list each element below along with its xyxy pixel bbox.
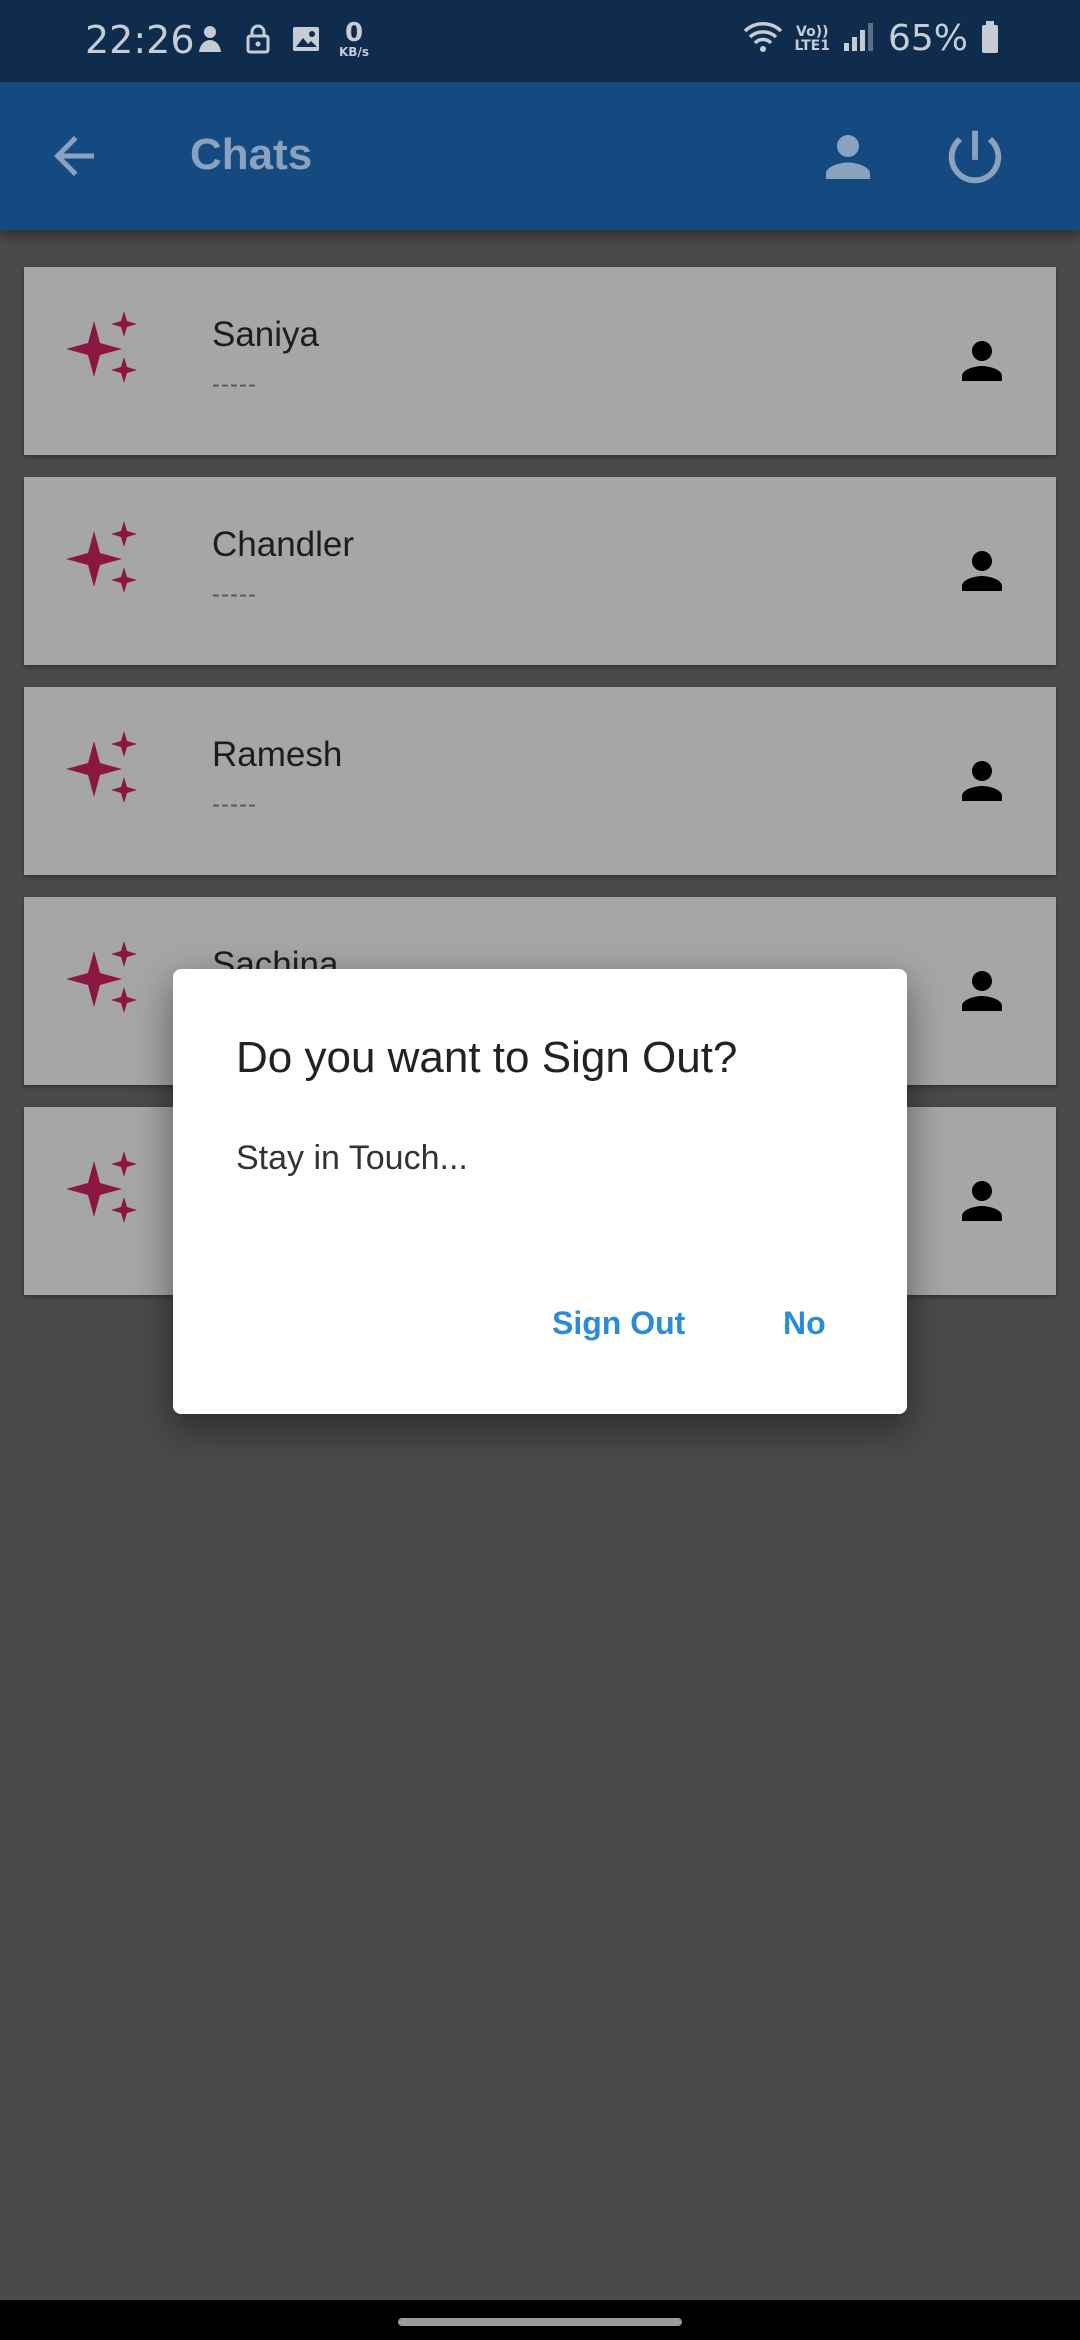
dialog-message: Stay in Touch...	[236, 1139, 468, 1177]
signal-icon	[842, 21, 876, 57]
user-icon	[952, 1171, 1012, 1231]
lte-label: LTE1	[794, 37, 830, 54]
cancel-button[interactable]: No	[777, 1301, 832, 1346]
back-arrow-icon[interactable]	[44, 126, 104, 186]
sign-out-dialog: Do you want to Sign Out? Stay in Touch..…	[173, 969, 907, 1414]
chat-name: Chandler	[212, 525, 355, 564]
chat-name: Saniya	[212, 315, 320, 354]
wifi-icon	[743, 21, 783, 57]
user-icon	[952, 961, 1012, 1021]
user-icon	[952, 541, 1012, 601]
battery-percentage: 65%	[887, 18, 968, 59]
lock-icon	[243, 22, 273, 56]
navigation-bar	[0, 2300, 1080, 2340]
user-icon	[952, 751, 1012, 811]
sparkle-icon	[64, 939, 144, 1019]
person-notification-icon	[195, 22, 225, 56]
user-icon	[952, 331, 1012, 391]
chat-list-item[interactable]: Chandler -----	[24, 477, 1056, 665]
home-gesture-handle[interactable]	[398, 2318, 682, 2326]
battery-icon	[980, 20, 1000, 58]
sparkle-icon	[64, 729, 144, 809]
chat-subtitle: -----	[212, 371, 257, 398]
chat-name: Ramesh	[212, 735, 343, 774]
chat-subtitle: -----	[212, 791, 257, 818]
profile-button[interactable]	[815, 124, 881, 190]
status-time: 22:26	[85, 18, 195, 62]
page-title: Chats	[190, 130, 313, 179]
status-system-icons: Vo)) LTE1 65%	[743, 18, 1000, 59]
sparkle-icon	[64, 309, 144, 389]
volte-label: Vo))	[796, 23, 829, 40]
chat-subtitle: -----	[212, 581, 257, 608]
power-icon	[948, 130, 1002, 184]
volte-indicator: Vo)) LTE1	[795, 25, 830, 53]
status-bar: 22:26 0 KB/s Vo)) LTE1 65%	[0, 0, 1080, 82]
data-speed-indicator: 0 KB/s	[339, 20, 369, 58]
data-speed-unit: KB/s	[339, 45, 369, 59]
status-notification-icons: 0 KB/s	[195, 20, 369, 58]
data-speed-value: 0	[344, 18, 364, 48]
sign-out-button[interactable]	[940, 122, 1010, 192]
chat-list-item[interactable]: Saniya -----	[24, 267, 1056, 455]
sparkle-icon	[64, 519, 144, 599]
confirm-sign-out-button[interactable]: Sign Out	[546, 1301, 691, 1346]
sparkle-icon	[64, 1149, 144, 1229]
dialog-title: Do you want to Sign Out?	[236, 1033, 738, 1082]
chat-list-item[interactable]: Ramesh -----	[24, 687, 1056, 875]
person-icon	[826, 135, 870, 179]
app-bar: Chats	[0, 82, 1080, 230]
image-icon	[291, 22, 321, 56]
